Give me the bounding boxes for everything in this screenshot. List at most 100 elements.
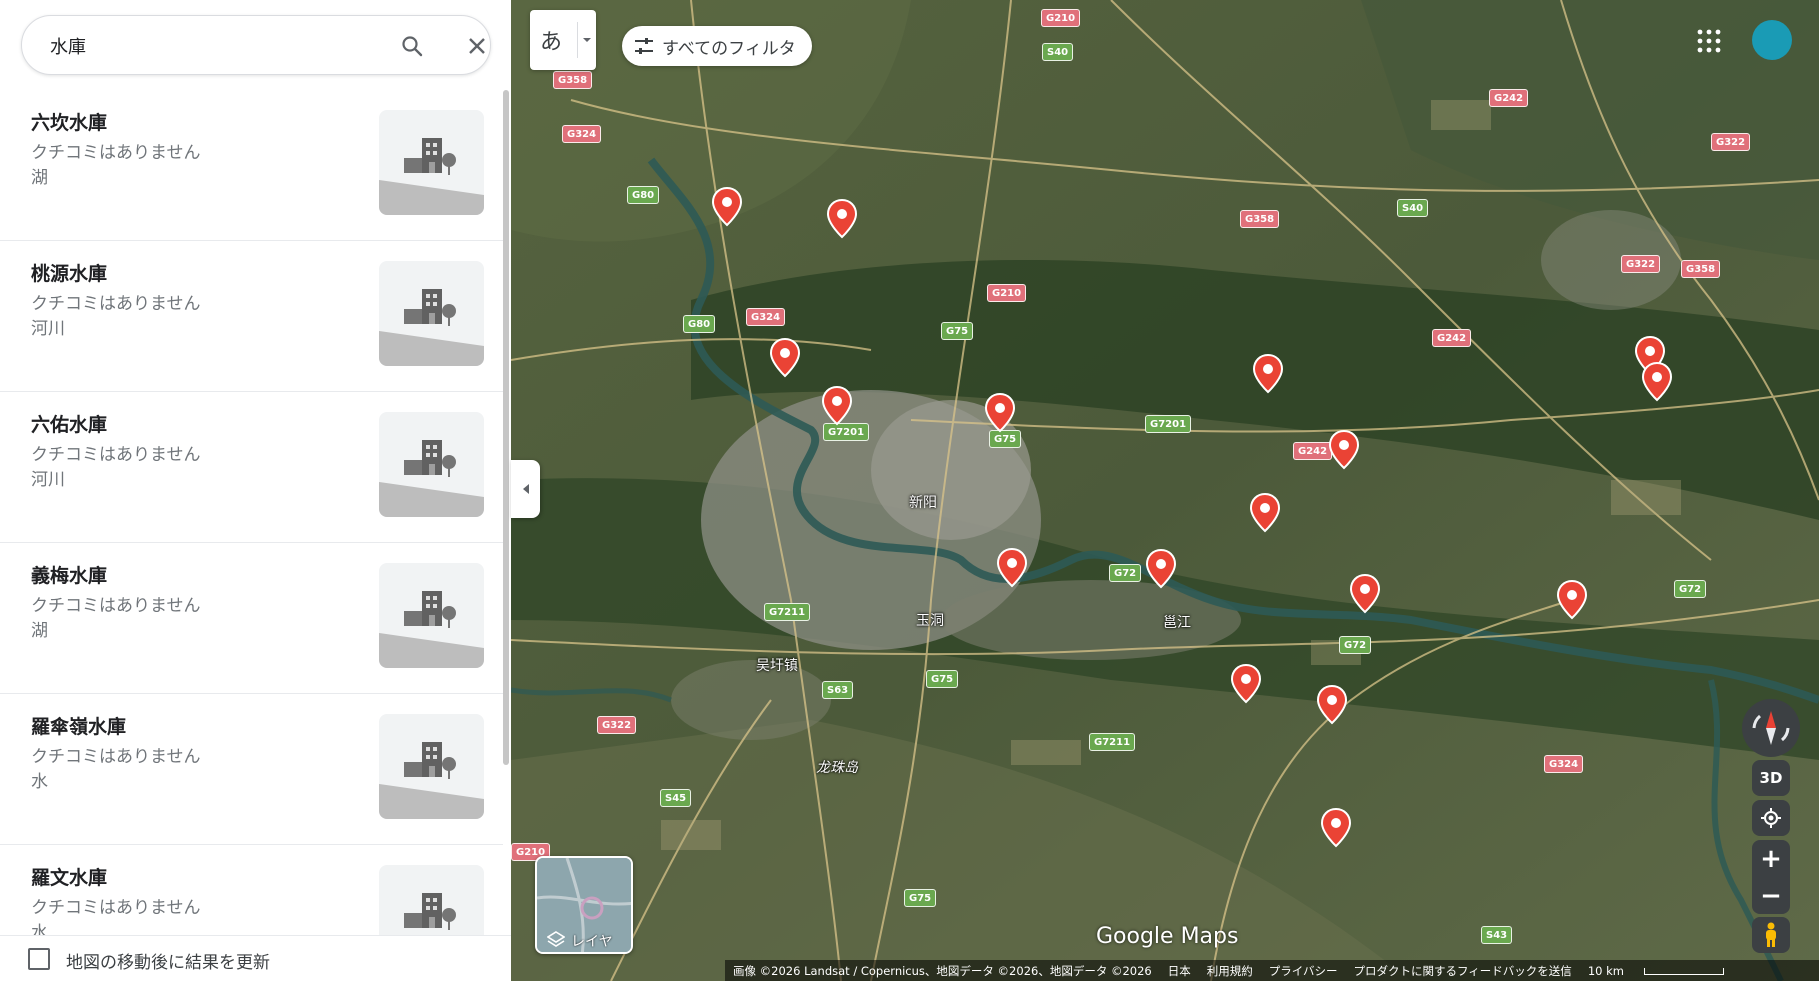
my-location-icon	[1761, 808, 1781, 828]
place-thumbnail	[379, 261, 484, 366]
street-view-pegman[interactable]	[1752, 917, 1790, 953]
road-shield: G210	[1041, 9, 1081, 27]
map-pin[interactable]	[1231, 664, 1261, 704]
layers-label: レイヤ	[571, 934, 613, 950]
all-filters-label: すべてのフィルタ	[662, 38, 796, 59]
result-reviews: クチコミはありません	[31, 445, 201, 465]
compass-button[interactable]	[1742, 699, 1800, 757]
result-name: 羅傘嶺水庫	[31, 716, 127, 738]
satellite-imagery	[511, 0, 1819, 981]
scale-label: 10 km	[1587, 963, 1624, 978]
road-shield: G358	[553, 71, 593, 89]
road-shield: G358	[1240, 210, 1280, 228]
list-item[interactable]: 六佑水庫 クチコミはありません 河川	[0, 392, 503, 543]
place-label: 邕江	[1163, 615, 1191, 631]
list-item[interactable]: 羅傘嶺水庫 クチコミはありません 水	[0, 694, 503, 845]
map-pin[interactable]	[822, 386, 852, 426]
map-pin[interactable]	[1317, 685, 1347, 725]
result-category: 水	[31, 923, 48, 935]
clear-search-button[interactable]	[461, 30, 493, 62]
apps-grid-icon[interactable]	[1694, 26, 1724, 56]
country-link[interactable]: 日本	[1168, 963, 1191, 979]
result-reviews: クチコミはありません	[31, 596, 201, 616]
scale-indicator[interactable]: 10 km	[1588, 964, 1740, 978]
map-pin[interactable]	[1321, 808, 1351, 848]
place-thumbnail	[379, 110, 484, 215]
result-category: 水	[31, 772, 48, 792]
map-pin[interactable]	[712, 187, 742, 227]
search-button[interactable]	[396, 30, 428, 62]
3d-toggle-button[interactable]: 3D	[1752, 760, 1790, 796]
road-shield: G210	[987, 284, 1027, 302]
result-category: 河川	[31, 319, 65, 339]
result-name: 義梅水庫	[31, 565, 108, 587]
map-pin[interactable]	[1350, 574, 1380, 614]
map-canvas[interactable]: G210 S40 G358 G324 G80 G242 G322 S40 G35…	[511, 0, 1819, 981]
map-pin[interactable]	[1146, 549, 1176, 589]
results-sidebar: 六坎水庫 クチコミはありません 湖 桃源水庫 クチコミはありません 河川 六佑水…	[0, 0, 511, 981]
building-placeholder-icon	[379, 138, 484, 215]
road-shield: G7211	[764, 603, 811, 621]
road-shield: G7201	[1145, 415, 1192, 433]
place-label: 玉洞	[916, 613, 944, 629]
feedback-link[interactable]: プロダクトに関するフィードバックを送信	[1354, 963, 1572, 979]
avatar[interactable]	[1752, 20, 1792, 60]
sidebar-footer: 地図の移動後に結果を更新	[0, 935, 511, 981]
map-pin[interactable]	[1253, 354, 1283, 394]
building-placeholder-icon	[379, 591, 484, 668]
close-icon	[469, 38, 485, 54]
map-pin[interactable]	[997, 548, 1027, 588]
road-shield: G242	[1293, 442, 1333, 460]
map-pin[interactable]	[985, 393, 1015, 433]
road-shield: G7211	[1089, 733, 1136, 751]
update-on-move-checkbox[interactable]	[28, 948, 50, 970]
map-pin[interactable]	[1642, 362, 1672, 402]
search-box	[21, 15, 491, 75]
search-input[interactable]	[50, 32, 350, 60]
all-filters-button[interactable]: すべてのフィルタ	[622, 26, 812, 66]
result-reviews: クチコミはありません	[31, 294, 201, 314]
road-shield: S40	[1042, 43, 1074, 61]
result-category: 湖	[31, 168, 48, 188]
list-item[interactable]: 六坎水庫 クチコミはありません 湖	[0, 90, 503, 241]
result-reviews: クチコミはありません	[31, 747, 201, 767]
terms-link[interactable]: 利用規約	[1207, 963, 1253, 979]
zoom-out-button[interactable]: −	[1752, 877, 1790, 914]
road-shield: G322	[1711, 133, 1751, 151]
list-item[interactable]: 桃源水庫 クチコミはありません 河川	[0, 241, 503, 392]
road-shield: G72	[1109, 564, 1142, 582]
road-shield: S63	[822, 681, 854, 699]
map-pin[interactable]	[827, 199, 857, 239]
layers-icon	[547, 931, 565, 947]
collapse-sidebar-button[interactable]	[511, 460, 540, 518]
road-shield: G72	[1339, 636, 1372, 654]
map-pin[interactable]	[770, 338, 800, 378]
map-pin[interactable]	[1250, 493, 1280, 533]
road-shield: G242	[1432, 329, 1472, 347]
my-location-button[interactable]	[1752, 800, 1790, 836]
layers-button[interactable]: レイヤ	[535, 856, 633, 954]
list-item[interactable]: 義梅水庫 クチコミはありません 湖	[0, 543, 503, 694]
place-thumbnail	[379, 865, 484, 935]
zoom-in-button[interactable]: +	[1752, 840, 1790, 877]
privacy-link[interactable]: プライバシー	[1269, 963, 1338, 979]
result-reviews: クチコミはありません	[31, 143, 201, 163]
list-item[interactable]: 羅文水庫 クチコミはありません 水	[0, 845, 503, 935]
road-shield: G324	[746, 308, 786, 326]
search-icon	[402, 36, 423, 57]
road-shield: S45	[660, 789, 692, 807]
tune-icon	[635, 38, 653, 54]
road-shield: G324	[562, 125, 602, 143]
place-thumbnail	[379, 412, 484, 517]
update-on-move-label: 地図の移動後に結果を更新	[66, 953, 270, 973]
imagery-attribution: 画像 ©2026 Landsat / Copernicus、地図データ ©202…	[733, 963, 1152, 978]
results-scrollbar[interactable]	[503, 90, 509, 765]
chevron-down-icon[interactable]	[577, 22, 595, 58]
road-shield: G322	[597, 716, 637, 734]
zoom-controls: + −	[1752, 840, 1790, 914]
map-pin[interactable]	[1329, 430, 1359, 470]
result-name: 六佑水庫	[31, 414, 108, 436]
map-pin[interactable]	[1557, 580, 1587, 620]
road-shield: G358	[1681, 260, 1721, 278]
input-tools-button[interactable]: あ	[530, 10, 596, 70]
